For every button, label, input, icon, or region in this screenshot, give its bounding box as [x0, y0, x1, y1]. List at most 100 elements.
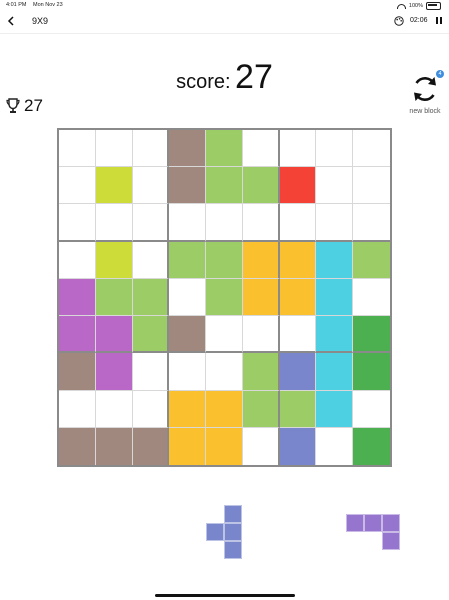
- board-cell-filled[interactable]: [206, 241, 243, 279]
- piece-gap: [346, 532, 364, 550]
- board-cell-empty[interactable]: [132, 390, 170, 428]
- board-cell-empty[interactable]: [206, 316, 243, 354]
- piece-block: [346, 514, 364, 532]
- board-cell-filled[interactable]: [206, 427, 243, 465]
- board-cell-empty[interactable]: [242, 130, 280, 168]
- board-cell-empty[interactable]: [59, 204, 96, 242]
- board-cell-empty[interactable]: [95, 204, 133, 242]
- piece-2[interactable]: [346, 514, 400, 550]
- board-cell-filled[interactable]: [95, 427, 133, 465]
- board-cell-filled[interactable]: [95, 353, 133, 391]
- board-cell-empty[interactable]: [59, 130, 96, 168]
- board-cell-empty[interactable]: [206, 353, 243, 391]
- game-board[interactable]: [57, 128, 392, 467]
- board-cell-empty[interactable]: [316, 130, 354, 168]
- board-cell-empty[interactable]: [132, 130, 170, 168]
- board-cell-filled[interactable]: [279, 390, 317, 428]
- board-cell-empty[interactable]: [242, 204, 280, 242]
- board-cell-empty[interactable]: [353, 130, 390, 168]
- board-cell-filled[interactable]: [242, 278, 280, 317]
- new-block-button[interactable]: 4 new block: [404, 70, 446, 120]
- board-cell-filled[interactable]: [316, 316, 354, 354]
- new-block-label: new block: [409, 108, 441, 115]
- board-cell-empty[interactable]: [243, 427, 280, 465]
- status-date: Mon Nov 23: [33, 2, 63, 8]
- board-cell-filled[interactable]: [242, 353, 280, 391]
- board-cell-filled[interactable]: [242, 241, 280, 279]
- piece-1[interactable]: [206, 505, 242, 559]
- board-cell-filled[interactable]: [206, 278, 243, 317]
- board-cell-filled[interactable]: [59, 353, 96, 391]
- board-cell-empty[interactable]: [316, 167, 354, 205]
- board-cell-empty[interactable]: [353, 204, 390, 242]
- board-cell-empty[interactable]: [95, 390, 133, 428]
- new-block-count-badge: 4: [436, 70, 444, 78]
- board-cell-filled[interactable]: [316, 390, 354, 428]
- board-cell-empty[interactable]: [169, 278, 207, 317]
- board-cell-empty[interactable]: [279, 204, 317, 242]
- board-cell-empty[interactable]: [316, 204, 354, 242]
- board-cell-filled[interactable]: [95, 241, 133, 279]
- board-cell-filled[interactable]: [59, 278, 96, 317]
- board-cell-empty[interactable]: [353, 279, 390, 317]
- board-cell-filled[interactable]: [353, 427, 390, 465]
- board-cell-filled[interactable]: [279, 353, 317, 391]
- board-cell-filled[interactable]: [59, 427, 96, 465]
- board-cell-filled[interactable]: [95, 278, 133, 317]
- board-cell-filled[interactable]: [169, 390, 207, 428]
- board-cell-empty[interactable]: [59, 390, 96, 428]
- board-cell-filled[interactable]: [316, 353, 354, 391]
- board-cell-filled[interactable]: [353, 316, 390, 354]
- board-cell-filled[interactable]: [169, 316, 207, 354]
- board-cell-filled[interactable]: [242, 390, 280, 428]
- board-cell-filled[interactable]: [95, 316, 133, 354]
- board-cell-filled[interactable]: [206, 390, 243, 428]
- board-cell-empty[interactable]: [169, 353, 207, 391]
- board-cell-empty[interactable]: [242, 316, 280, 354]
- board-cell-empty[interactable]: [59, 167, 96, 205]
- piece-gap: [364, 532, 382, 550]
- board-cell-empty[interactable]: [279, 130, 317, 168]
- board-cell-empty[interactable]: [59, 241, 96, 279]
- board-cell-empty[interactable]: [95, 130, 133, 168]
- pause-button[interactable]: [436, 17, 443, 25]
- board-cell-filled[interactable]: [59, 316, 96, 354]
- board-cell-filled[interactable]: [132, 316, 170, 354]
- board-cell-empty[interactable]: [132, 204, 170, 242]
- board-cell-filled[interactable]: [279, 167, 317, 205]
- board-cell-filled[interactable]: [169, 241, 207, 279]
- board-cell-filled[interactable]: [279, 278, 317, 317]
- back-button[interactable]: [5, 15, 17, 27]
- board-cell-filled[interactable]: [279, 241, 317, 279]
- board-cell-filled[interactable]: [316, 278, 354, 317]
- board-cell-empty[interactable]: [132, 241, 170, 279]
- board-cell-filled[interactable]: [169, 427, 207, 465]
- board-cell-filled[interactable]: [206, 130, 243, 168]
- piece-block: [364, 514, 382, 532]
- board-cell-filled[interactable]: [353, 353, 390, 391]
- board-cell-empty[interactable]: [132, 353, 170, 391]
- board-cell-empty[interactable]: [353, 391, 390, 428]
- board-cell-filled[interactable]: [242, 167, 280, 205]
- palette-icon[interactable]: [394, 16, 404, 26]
- board-cell-filled[interactable]: [316, 241, 354, 279]
- board-cell-empty[interactable]: [132, 167, 170, 205]
- board-cell-filled[interactable]: [132, 427, 170, 465]
- board-cell-filled[interactable]: [169, 130, 207, 168]
- home-indicator: [155, 594, 295, 597]
- nav-bar: 9X9 02:06: [0, 11, 449, 33]
- status-bar: 4:01 PM Mon Nov 23 100%: [0, 0, 449, 10]
- board-cell-filled[interactable]: [279, 427, 317, 465]
- board-cell-empty[interactable]: [169, 204, 207, 242]
- board-cell-empty[interactable]: [279, 316, 317, 354]
- pause-icon-bar-left: [436, 17, 438, 24]
- board-cell-filled[interactable]: [206, 167, 243, 205]
- board-cell-empty[interactable]: [353, 167, 390, 205]
- trophy-icon: [6, 98, 20, 113]
- board-cell-filled[interactable]: [353, 241, 390, 279]
- board-cell-filled[interactable]: [95, 167, 133, 205]
- board-cell-filled[interactable]: [132, 278, 170, 317]
- board-cell-filled[interactable]: [169, 167, 207, 205]
- board-cell-empty[interactable]: [206, 204, 243, 242]
- board-cell-empty[interactable]: [316, 427, 354, 465]
